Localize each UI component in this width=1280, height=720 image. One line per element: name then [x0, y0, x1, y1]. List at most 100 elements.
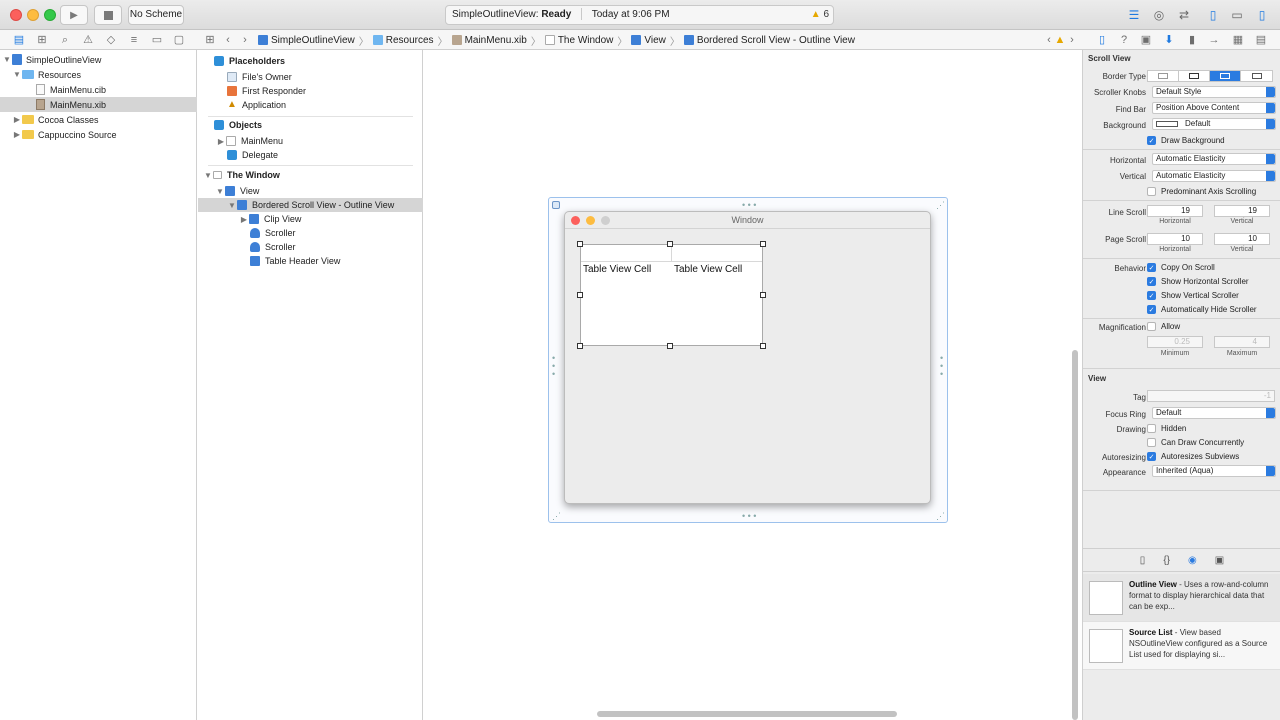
debug-navigator-icon[interactable]: ≡: [126, 32, 142, 48]
breadcrumb-resources[interactable]: Resources: [372, 35, 434, 46]
project-navigator-icon[interactable]: ▤: [11, 32, 27, 48]
disclosure-closed-icon[interactable]: ▶: [216, 137, 226, 146]
resize-handle-tl[interactable]: [577, 241, 583, 247]
minimize-window-button[interactable]: [27, 9, 39, 21]
vertical-scrollbar[interactable]: [1072, 350, 1078, 720]
activity-viewer[interactable]: SimpleOutlineView: Ready Today at 9:06 P…: [445, 5, 834, 25]
resize-handle-bl[interactable]: [577, 343, 583, 349]
min-magnification-field[interactable]: 0.25: [1147, 336, 1203, 348]
copy-on-scroll-checkbox[interactable]: ✓ Copy On Scroll: [1147, 263, 1215, 272]
breadcrumb-view[interactable]: View: [631, 35, 666, 46]
file-template-library-icon[interactable]: ▯: [1140, 555, 1146, 566]
zoom-window-button[interactable]: [44, 9, 56, 21]
effects-inspector-tab[interactable]: ▤: [1253, 32, 1269, 48]
focus-ring-popup[interactable]: Default: [1152, 407, 1276, 419]
disclosure-open-icon[interactable]: ▼: [2, 55, 12, 64]
version-editor-icon[interactable]: ⇄: [1173, 6, 1195, 24]
library-item-outline-view[interactable]: Outline View - Uses a row-and-column for…: [1083, 574, 1280, 622]
find-navigator-icon[interactable]: ⌕: [57, 32, 73, 48]
object-library-icon[interactable]: ◉: [1188, 555, 1197, 566]
next-issue-icon[interactable]: ›: [1064, 32, 1080, 48]
code-snippet-library-icon[interactable]: {}: [1163, 555, 1170, 566]
outline-files-owner[interactable]: File's Owner: [198, 70, 423, 84]
resize-dots-top[interactable]: • • •: [742, 201, 756, 210]
border-type-control[interactable]: [1147, 70, 1273, 82]
scroller-knobs-popup[interactable]: Default Style: [1152, 86, 1276, 98]
show-vertical-scroller-checkbox[interactable]: ✓ Show Vertical Scroller: [1147, 291, 1239, 300]
find-bar-popup[interactable]: Position Above Content: [1152, 102, 1276, 114]
warning-badge[interactable]: ▲ 6: [811, 6, 829, 24]
resize-handle-t[interactable]: [667, 241, 673, 247]
breadcrumb-window[interactable]: The Window: [544, 35, 613, 46]
horizontal-elasticity-popup[interactable]: Automatic Elasticity: [1152, 153, 1276, 165]
back-icon[interactable]: ‹: [220, 32, 236, 48]
disclosure-open-icon[interactable]: ▼: [12, 70, 22, 79]
tag-field[interactable]: -1: [1147, 390, 1275, 402]
auto-hide-scroller-checkbox[interactable]: ✓ Automatically Hide Scroller: [1147, 305, 1257, 314]
breadcrumb-scroll-view[interactable]: Bordered Scroll View - Outline View: [683, 35, 855, 46]
interface-canvas[interactable]: • • • • • • • • • • • • ⋰ ⋰ ⋰ Window Table V…: [424, 50, 1082, 720]
nav-item-cocoa-classes[interactable]: ▶ Cocoa Classes: [0, 112, 197, 127]
border-bezel-option[interactable]: [1210, 71, 1241, 81]
border-none-option[interactable]: [1148, 71, 1179, 81]
close-window-button[interactable]: [10, 9, 22, 21]
disclosure-closed-icon[interactable]: ▶: [239, 215, 249, 224]
background-color-popup[interactable]: Default: [1152, 118, 1276, 130]
navigator-toggle-icon[interactable]: ▯: [1202, 6, 1224, 24]
border-line-option[interactable]: [1179, 71, 1210, 81]
quick-help-tab[interactable]: ?: [1116, 32, 1132, 48]
outline-clip-view[interactable]: ▶ Clip View: [198, 212, 423, 226]
allow-magnification-checkbox[interactable]: Allow: [1147, 322, 1180, 331]
disclosure-closed-icon[interactable]: ▶: [12, 115, 22, 124]
page-scroll-v-field[interactable]: 10: [1214, 233, 1270, 245]
predominant-axis-checkbox[interactable]: Predominant Axis Scrolling: [1147, 187, 1256, 196]
related-items-icon[interactable]: ⊞: [202, 32, 218, 48]
page-scroll-h-field[interactable]: 10: [1147, 233, 1203, 245]
breakpoint-navigator-icon[interactable]: ▭: [149, 32, 165, 48]
nav-item-mainmenu-xib[interactable]: MainMenu.xib: [0, 97, 197, 112]
resize-handle-br[interactable]: [760, 343, 766, 349]
draw-background-checkbox[interactable]: ✓ Draw Background: [1147, 136, 1225, 145]
library-item-source-list[interactable]: Source List - View based NSOutlineView c…: [1083, 622, 1280, 670]
bindings-inspector-tab[interactable]: ▦: [1230, 32, 1246, 48]
nav-item-project[interactable]: ▼ SimpleOutlineView: [0, 52, 197, 67]
resize-handle-l[interactable]: [577, 292, 583, 298]
connections-inspector-tab[interactable]: →: [1206, 32, 1222, 48]
scheme-selector[interactable]: No Scheme: [128, 5, 184, 25]
debug-area-toggle-icon[interactable]: ▭: [1226, 6, 1248, 24]
disclosure-closed-icon[interactable]: ▶: [12, 130, 22, 139]
can-draw-concurrently-checkbox[interactable]: Can Draw Concurrently: [1147, 438, 1244, 447]
resize-handle-tr[interactable]: [760, 241, 766, 247]
appearance-popup[interactable]: Inherited (Aqua): [1152, 465, 1276, 477]
assistant-editor-icon[interactable]: ◎: [1148, 6, 1170, 24]
outline-view-selected[interactable]: Table View Cell Table View Cell: [580, 244, 763, 346]
breadcrumb-project[interactable]: SimpleOutlineView: [258, 35, 355, 46]
file-inspector-tab[interactable]: ▯: [1094, 32, 1110, 48]
outline-bordered-scroll-view[interactable]: ▼ Bordered Scroll View - Outline View: [198, 198, 423, 212]
line-scroll-v-field[interactable]: 19: [1214, 205, 1270, 217]
nav-item-resources[interactable]: ▼ Resources: [0, 67, 197, 82]
show-horizontal-scroller-checkbox[interactable]: ✓ Show Horizontal Scroller: [1147, 277, 1249, 286]
outline-first-responder[interactable]: First Responder: [198, 84, 423, 98]
nav-item-mainmenu-cib[interactable]: MainMenu.cib: [0, 82, 197, 97]
size-inspector-tab[interactable]: ▮: [1184, 32, 1200, 48]
outline-mainmenu[interactable]: ▶ MainMenu: [198, 134, 423, 148]
table-view-cell-2[interactable]: Table View Cell: [674, 264, 742, 275]
attributes-inspector-tab[interactable]: ⬇: [1161, 32, 1177, 48]
hidden-checkbox[interactable]: Hidden: [1147, 424, 1186, 433]
outline-scroller-2[interactable]: Scroller: [198, 240, 423, 254]
vertical-elasticity-popup[interactable]: Automatic Elasticity: [1152, 170, 1276, 182]
table-view-cell-1[interactable]: Table View Cell: [583, 264, 651, 275]
resize-dots-right[interactable]: • • •: [940, 354, 943, 379]
border-groove-option[interactable]: [1241, 71, 1272, 81]
horizontal-scrollbar[interactable]: [597, 711, 897, 717]
outline-delegate[interactable]: Delegate: [198, 148, 423, 162]
autoresizes-subviews-checkbox[interactable]: ✓ Autoresizes Subviews: [1147, 452, 1239, 461]
resize-handle-b[interactable]: [667, 343, 673, 349]
nav-item-cappuccino-source[interactable]: ▶ Cappuccino Source: [0, 127, 197, 142]
test-navigator-icon[interactable]: ◇: [103, 32, 119, 48]
forward-icon[interactable]: ›: [237, 32, 253, 48]
utilities-toggle-icon[interactable]: ▯: [1251, 6, 1273, 24]
max-magnification-field[interactable]: 4: [1214, 336, 1270, 348]
disclosure-open-icon[interactable]: ▼: [215, 187, 225, 196]
